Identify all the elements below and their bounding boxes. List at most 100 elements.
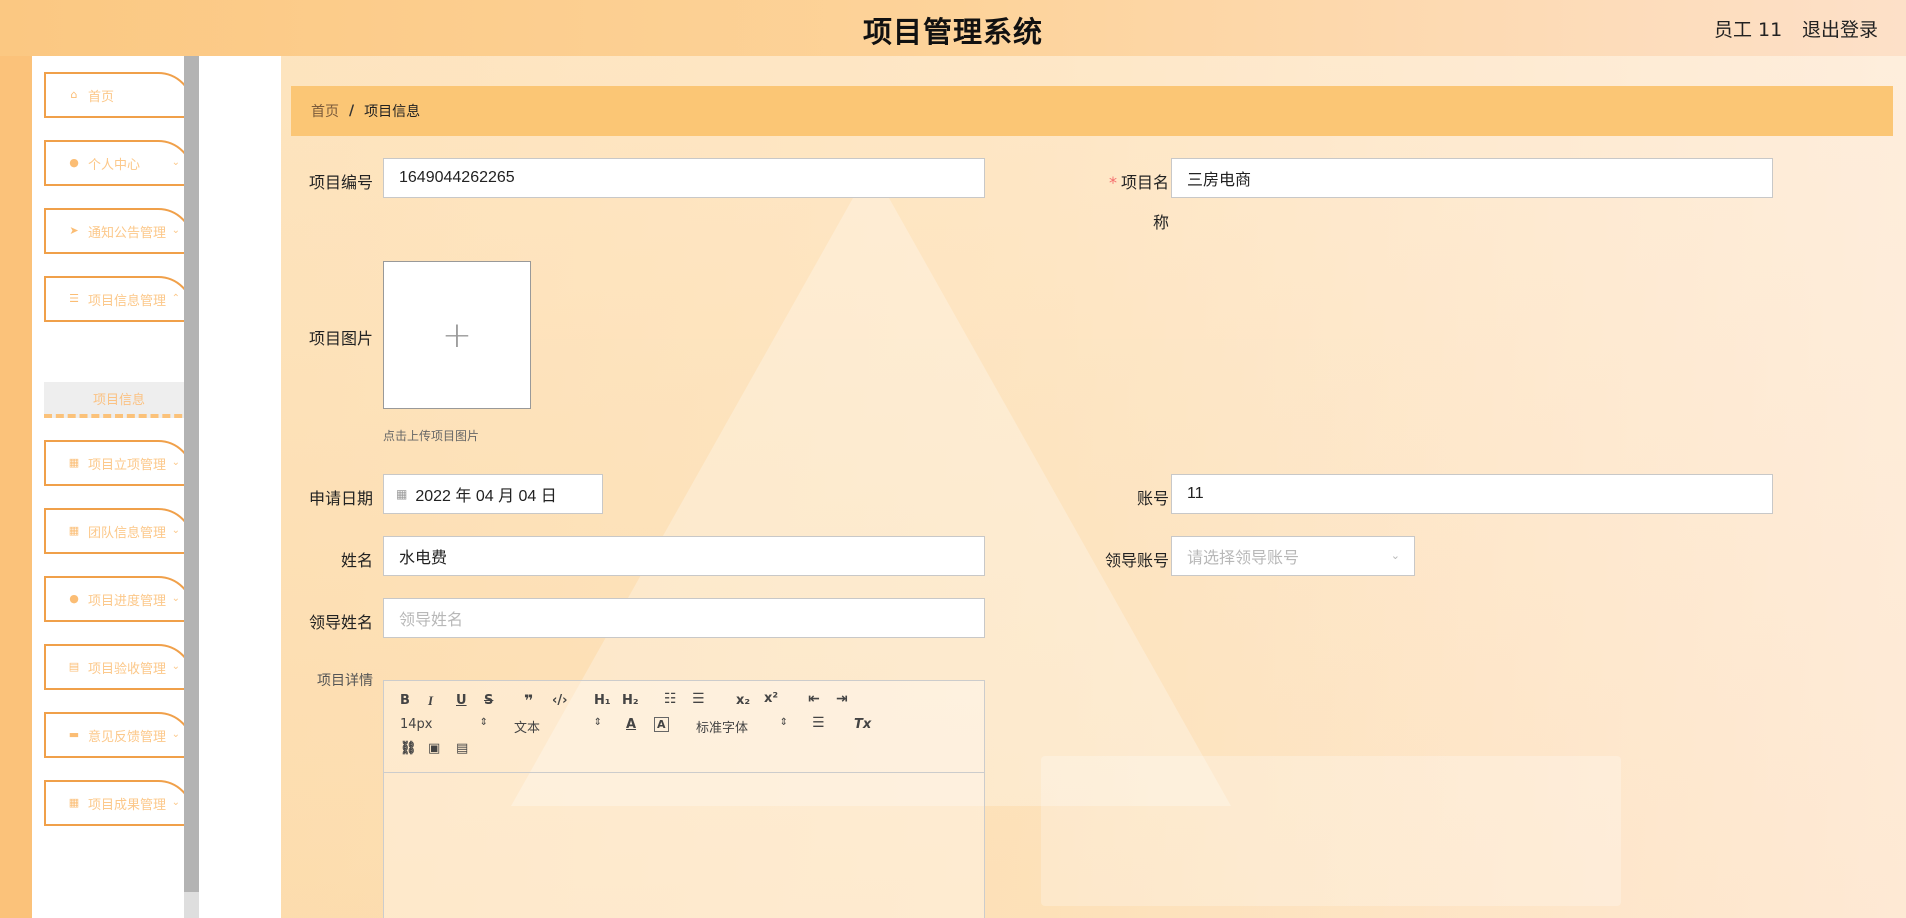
leader-account-label: 领导账号: [1104, 551, 1169, 570]
leader-name-placeholder: 领导姓名: [399, 612, 464, 629]
user-icon: ●: [69, 592, 79, 605]
grid-icon: ▦: [68, 524, 80, 537]
sidebar-item-label: 项目信息管理: [88, 293, 167, 309]
chevron-down-icon: ⌄: [1390, 550, 1400, 562]
ordered-list-icon[interactable]: ☷: [664, 691, 677, 707]
leader-account-placeholder: 请选择领导账号: [1187, 550, 1300, 567]
account-input[interactable]: 11: [1171, 474, 1773, 514]
font-color-icon[interactable]: A: [626, 717, 636, 732]
background-plinth: [1041, 756, 1621, 906]
bold-icon[interactable]: B: [400, 693, 410, 708]
sidebar-item-project-info[interactable]: ☰ 项目信息管理 ⌃: [44, 276, 194, 322]
sidebar-item-label: 项目成果管理: [88, 797, 167, 813]
doc-icon: ▤: [68, 660, 80, 673]
sidebar-item-team-info[interactable]: ▦ 团队信息管理 ⌄: [44, 508, 194, 554]
superscript-icon[interactable]: x²: [764, 691, 778, 706]
sidebar-item-feedback[interactable]: ▬ 意见反馈管理 ⌄: [44, 712, 194, 758]
sidebar-item-label: 意见反馈管理: [88, 729, 167, 745]
monitor-icon: ▬: [68, 728, 80, 741]
header-select-value: 文本: [514, 721, 541, 736]
chevron-down-icon: ⌄: [171, 797, 180, 808]
font-size-select[interactable]: 14px ⇕: [400, 717, 488, 732]
strike-icon[interactable]: S: [484, 693, 493, 708]
project-name-label: * 项目名: [1089, 169, 1169, 193]
sidebar-item-label: 首页: [88, 89, 115, 105]
date-picker[interactable]: ▦ 2022 年 04 月 04 日: [383, 474, 603, 514]
chevron-down-icon: ⌄: [171, 457, 180, 468]
logout-button[interactable]: 退出登录: [1802, 15, 1878, 42]
subscript-icon[interactable]: x₂: [736, 693, 750, 708]
sidebar-item-profile[interactable]: ● 个人中心 ⌄: [44, 140, 194, 186]
breadcrumb-current: 项目信息: [364, 104, 421, 120]
rich-text-editor: B I U S ❞ ‹/› H₁ H₂ ☷ ☰ x₂ x² ⇤ ⇥ 14px ⇕…: [383, 680, 985, 918]
sidebar-item-project-setup[interactable]: ▦ 项目立项管理 ⌄: [44, 440, 194, 486]
leader-name-input[interactable]: 领导姓名: [383, 598, 985, 638]
leader-name-label: 领导姓名: [308, 613, 373, 632]
send-icon: ➤: [69, 224, 79, 237]
header-select[interactable]: 文本 ⇕: [514, 717, 602, 736]
font-family-select[interactable]: 标准字体 ⇕: [696, 717, 788, 736]
sidebar-item-label: 项目验收管理: [88, 661, 167, 677]
h2-icon[interactable]: H₂: [622, 693, 639, 708]
background-color-icon[interactable]: A: [654, 717, 669, 732]
clear-format-icon[interactable]: Tx: [854, 717, 871, 732]
project-name-input[interactable]: 三房电商: [1171, 158, 1773, 198]
outdent-icon[interactable]: ⇤: [808, 691, 820, 707]
breadcrumb-separator: /: [349, 103, 355, 119]
chevron-down-icon: ⌄: [171, 729, 180, 740]
chevron-down-icon: ⌄: [171, 525, 180, 536]
app-title: 项目管理系统: [862, 15, 1043, 49]
bullet-list-icon[interactable]: ☰: [692, 691, 705, 707]
chevron-down-icon: ⌄: [171, 593, 180, 604]
required-mark: *: [1108, 173, 1117, 192]
sidebar-item-label: 通知公告管理: [88, 225, 167, 241]
name-input[interactable]: 水电费: [383, 536, 985, 576]
home-icon: ⌂: [70, 88, 78, 101]
sidebar-item-home[interactable]: ⌂ 首页: [44, 72, 194, 118]
sidebar-item-label: 项目立项管理: [88, 457, 167, 473]
project-name-value: 三房电商: [1187, 172, 1252, 189]
video-icon[interactable]: ▤: [456, 741, 468, 756]
left-strip: [0, 56, 32, 918]
align-icon[interactable]: ☰: [812, 715, 825, 731]
date-label: 申请日期: [308, 489, 373, 508]
link-icon[interactable]: ⛓: [400, 741, 417, 756]
image-upload-button[interactable]: +: [383, 261, 531, 409]
list-icon: ☰: [69, 292, 79, 305]
submenu-item-project-info[interactable]: 项目信息: [44, 382, 194, 418]
leader-account-select[interactable]: 请选择领导账号 ⌄: [1171, 536, 1415, 576]
sidebar-item-acceptance[interactable]: ▤ 项目验收管理 ⌄: [44, 644, 194, 690]
project-no-value: 1649044262265: [399, 169, 515, 186]
grid-icon: ▦: [68, 456, 80, 469]
date-value: 2022 年 04 月 04 日: [415, 488, 557, 505]
quote-icon[interactable]: ❞: [524, 691, 533, 710]
project-name-label-text: 项目名: [1120, 173, 1169, 192]
name-label: 姓名: [340, 551, 373, 570]
h1-icon[interactable]: H₁: [594, 693, 611, 708]
image-icon[interactable]: ▣: [428, 741, 440, 756]
italic-icon[interactable]: I: [428, 693, 433, 709]
chevron-down-icon: ⌄: [171, 225, 180, 236]
breadcrumb-home[interactable]: 首页: [311, 101, 339, 121]
project-no-input[interactable]: 1649044262265: [383, 158, 985, 198]
sidebar-item-notices[interactable]: ➤ 通知公告管理 ⌄: [44, 208, 194, 254]
project-image-label: 项目图片: [308, 329, 373, 348]
upload-tip: 点击上传项目图片: [383, 429, 480, 443]
user-name: 员工 11: [1714, 19, 1783, 41]
account-label: 账号: [1136, 489, 1169, 508]
sidebar-scrollbar-thumb[interactable]: [184, 56, 199, 892]
account-value: 11: [1187, 485, 1204, 502]
name-value: 水电费: [399, 550, 448, 567]
select-arrows-icon: ⇕: [779, 717, 788, 728]
code-icon[interactable]: ‹/›: [552, 693, 567, 708]
sidebar-item-progress[interactable]: ● 项目进度管理 ⌄: [44, 576, 194, 622]
indent-icon[interactable]: ⇥: [836, 691, 848, 707]
chevron-down-icon: ⌄: [171, 157, 180, 168]
grid-icon: ▦: [68, 796, 80, 809]
underline-icon[interactable]: U: [456, 693, 467, 708]
sidebar-item-results[interactable]: ▦ 项目成果管理 ⌄: [44, 780, 194, 826]
sidebar: ⌂ 首页 ● 个人中心 ⌄ ➤ 通知公告管理 ⌄ ☰ 项目信息管理 ⌃ 项目信息…: [32, 56, 194, 918]
select-arrows-icon: ⇕: [593, 717, 602, 728]
plus-icon: +: [441, 314, 473, 356]
font-size-value: 14px: [400, 717, 433, 732]
